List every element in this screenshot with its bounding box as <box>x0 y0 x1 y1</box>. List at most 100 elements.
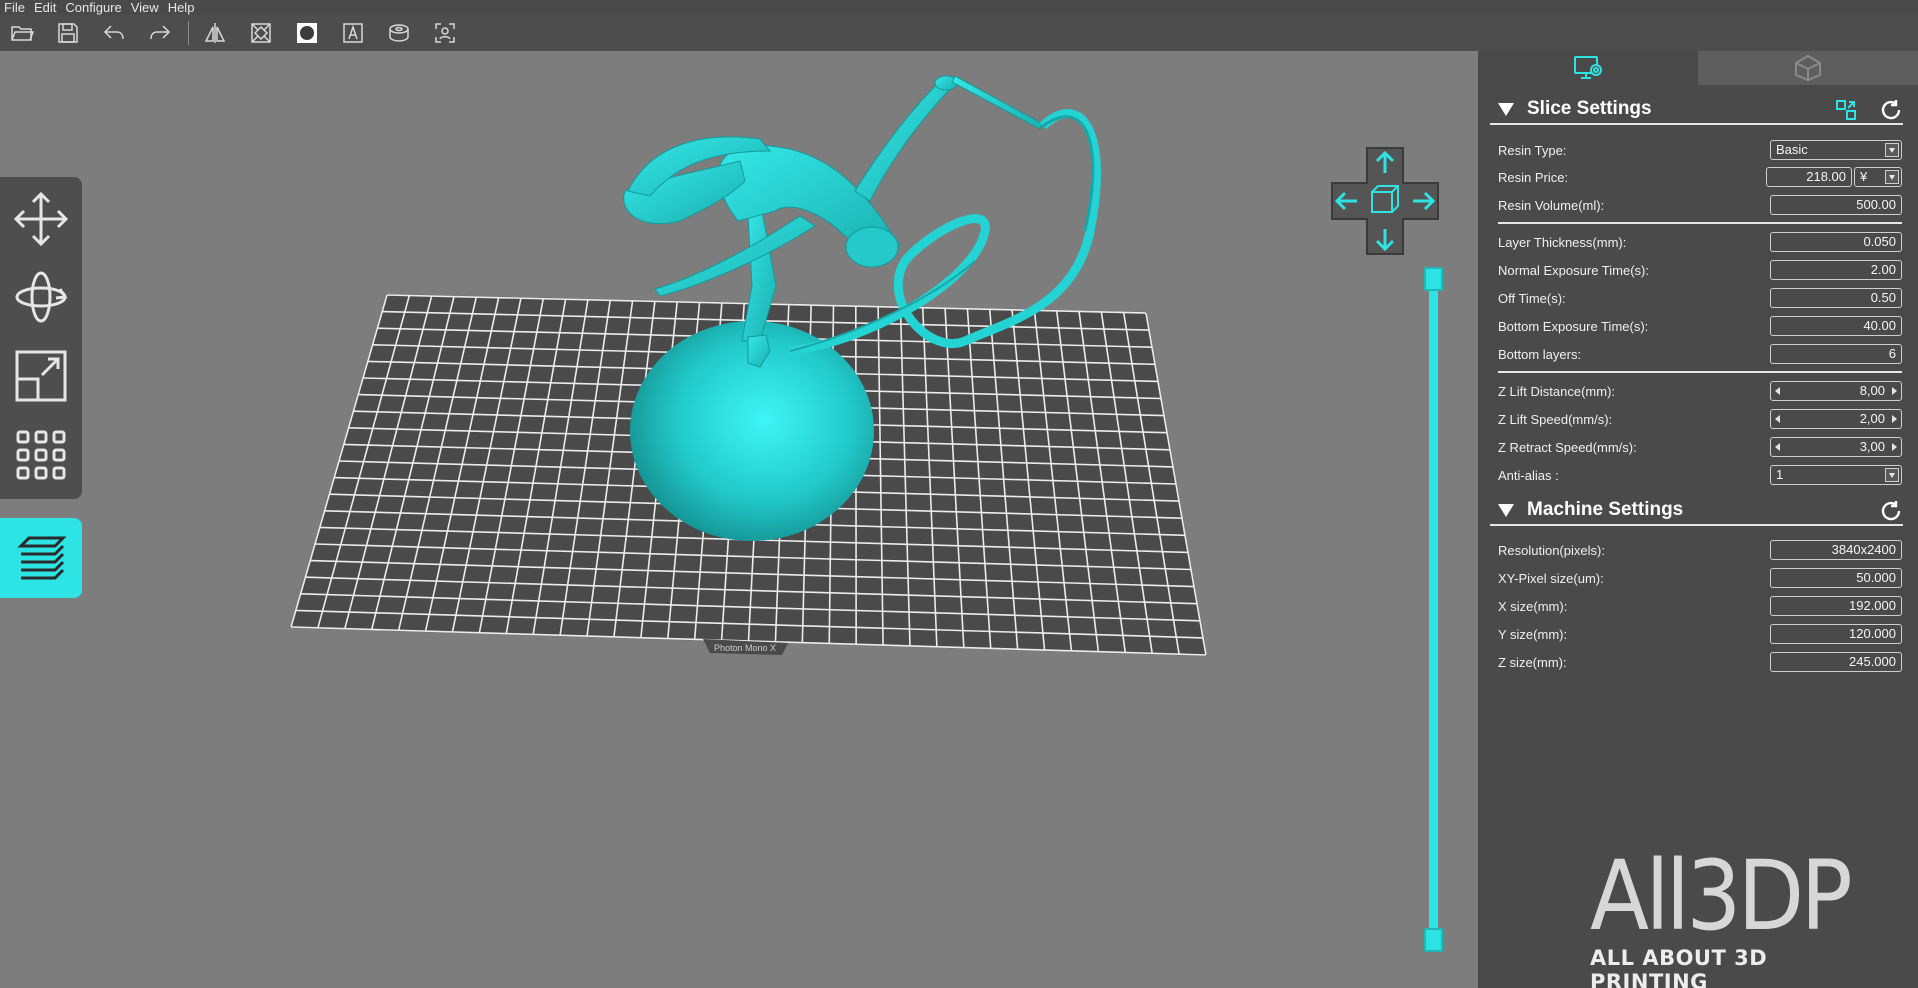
support-icon <box>435 23 455 43</box>
xy-pixel-label: XY-Pixel size(um): <box>1498 571 1604 586</box>
tab-printer-settings[interactable] <box>1478 51 1698 85</box>
z-lift-distance-label: Z Lift Distance(mm): <box>1498 384 1616 399</box>
layer-thickness-input[interactable]: 0.050 <box>1770 232 1902 252</box>
punch-hole-button[interactable] <box>381 15 417 51</box>
chevron-down-icon[interactable] <box>1885 170 1899 184</box>
menu-view[interactable]: View <box>131 0 159 15</box>
z-lift-speed-spinbox[interactable]: 2,00 <box>1770 409 1902 429</box>
increment-arrow-icon[interactable] <box>1892 443 1897 451</box>
refresh-icon[interactable] <box>1879 98 1903 122</box>
y-size-row: Y size(mm): 120.000 <box>1498 624 1902 646</box>
resin-volume-input[interactable]: 500.00 <box>1770 195 1902 215</box>
3d-viewport[interactable]: Photon Mono X <box>0 51 1478 988</box>
off-time-input[interactable]: 0.50 <box>1770 288 1902 308</box>
x-size-input[interactable]: 192.000 <box>1770 596 1902 616</box>
open-button[interactable] <box>4 15 40 51</box>
anti-alias-row: Anti-alias : 1 <box>1498 465 1902 487</box>
resin-type-value: Basic <box>1776 142 1808 157</box>
left-tool-panel <box>0 177 82 499</box>
slice-settings-header[interactable]: Slice Settings <box>1490 95 1903 125</box>
decrement-arrow-icon[interactable] <box>1775 387 1780 395</box>
z-lift-speed-value: 2,00 <box>1859 411 1885 426</box>
layer-slider-track[interactable] <box>1429 278 1438 950</box>
menu-file[interactable]: File <box>4 0 25 15</box>
decrement-arrow-icon[interactable] <box>1775 415 1780 423</box>
undo-icon <box>103 25 124 40</box>
watermark-tagline: ALL ABOUT 3D PRINTING <box>1590 946 1768 988</box>
z-lift-distance-spinbox[interactable]: 8,00 <box>1770 381 1902 401</box>
layers-button[interactable] <box>0 518 82 598</box>
layer-slider-bottom-handle[interactable] <box>1424 928 1443 952</box>
open-folder-icon <box>11 26 34 41</box>
section-divider <box>1498 371 1902 373</box>
y-size-input[interactable]: 120.000 <box>1770 624 1902 644</box>
z-lift-speed-row: Z Lift Speed(mm/s): 2,00 <box>1498 409 1902 431</box>
z-retract-speed-spinbox[interactable]: 3,00 <box>1770 437 1902 457</box>
redo-icon <box>150 25 171 40</box>
off-time-label: Off Time(s): <box>1498 291 1566 306</box>
punch-hole-icon <box>389 24 409 42</box>
resolution-label: Resolution(pixels): <box>1498 543 1605 558</box>
anti-alias-label: Anti-alias : <box>1498 468 1559 483</box>
z-lift-speed-label: Z Lift Speed(mm/s): <box>1498 412 1613 427</box>
save-button[interactable] <box>50 15 86 51</box>
layer-slider-top-handle[interactable] <box>1424 267 1443 291</box>
bottom-layers-row: Bottom layers: 6 <box>1498 344 1902 366</box>
chevron-down-icon[interactable] <box>1885 143 1899 157</box>
normal-exposure-input[interactable]: 2.00 <box>1770 260 1902 280</box>
tab-model-settings[interactable] <box>1698 51 1918 85</box>
bottom-layers-input[interactable]: 6 <box>1770 344 1902 364</box>
machine-settings-header[interactable]: Machine Settings <box>1490 496 1903 526</box>
resin-volume-label: Resin Volume(ml): <box>1498 198 1605 213</box>
redo-button[interactable] <box>142 15 178 51</box>
resin-price-row: Resin Price: 218.00 ¥ <box>1498 167 1902 189</box>
bottom-exposure-input[interactable]: 40.00 <box>1770 316 1902 336</box>
resin-price-input[interactable]: 218.00 <box>1766 167 1852 187</box>
text-button[interactable] <box>335 15 371 51</box>
decrement-arrow-icon[interactable] <box>1775 443 1780 451</box>
export-settings-icon[interactable] <box>1834 98 1858 122</box>
collapse-triangle-icon[interactable] <box>1498 102 1514 116</box>
scale-icon <box>15 350 67 402</box>
hollow-button[interactable] <box>243 15 279 51</box>
plate-label: Photon Mono X <box>714 643 776 653</box>
rotate-icon <box>15 271 68 323</box>
layer-thickness-label: Layer Thickness(mm): <box>1498 235 1627 250</box>
arrange-icon <box>16 430 66 480</box>
collapse-triangle-icon[interactable] <box>1498 503 1514 517</box>
support-button[interactable] <box>427 15 463 51</box>
all3dp-watermark-logo: All3DP ALL ABOUT 3D PRINTING <box>1590 848 1870 988</box>
rotate-button[interactable] <box>10 266 72 328</box>
resin-type-label: Resin Type: <box>1498 143 1567 158</box>
undo-button[interactable] <box>96 15 132 51</box>
resolution-input[interactable]: 3840x2400 <box>1770 540 1902 560</box>
arrange-button[interactable] <box>10 424 72 486</box>
move-button[interactable] <box>10 188 72 250</box>
anti-alias-select[interactable]: 1 <box>1770 465 1902 485</box>
increment-arrow-icon[interactable] <box>1892 415 1897 423</box>
resin-volume-row: Resin Volume(ml): 500.00 <box>1498 195 1902 217</box>
chevron-down-icon[interactable] <box>1885 468 1899 482</box>
refresh-icon[interactable] <box>1879 499 1903 523</box>
mirror-button[interactable] <box>197 15 233 51</box>
menu-configure[interactable]: Configure <box>65 0 121 15</box>
z-size-input[interactable]: 245.000 <box>1770 652 1902 672</box>
hollow-icon <box>251 23 271 43</box>
scale-button[interactable] <box>10 345 72 407</box>
xy-pixel-input[interactable]: 50.000 <box>1770 568 1902 588</box>
z-retract-speed-value: 3,00 <box>1859 439 1885 454</box>
anti-alias-value: 1 <box>1776 467 1784 482</box>
section-divider <box>1498 222 1902 224</box>
z-lift-distance-value: 8,00 <box>1859 383 1885 398</box>
model-settings-icon <box>1795 54 1821 82</box>
bottom-exposure-row: Bottom Exposure Time(s): 40.00 <box>1498 316 1902 338</box>
fill-button[interactable] <box>289 15 325 51</box>
increment-arrow-icon[interactable] <box>1892 387 1897 395</box>
menu-edit[interactable]: Edit <box>34 0 56 15</box>
normal-exposure-row: Normal Exposure Time(s): 2.00 <box>1498 260 1902 282</box>
resin-type-select[interactable]: Basic <box>1770 140 1902 160</box>
view-navigation-cross[interactable] <box>1330 146 1440 256</box>
menu-help[interactable]: Help <box>168 0 195 15</box>
currency-select[interactable]: ¥ <box>1854 167 1902 187</box>
x-size-label: X size(mm): <box>1498 599 1568 614</box>
